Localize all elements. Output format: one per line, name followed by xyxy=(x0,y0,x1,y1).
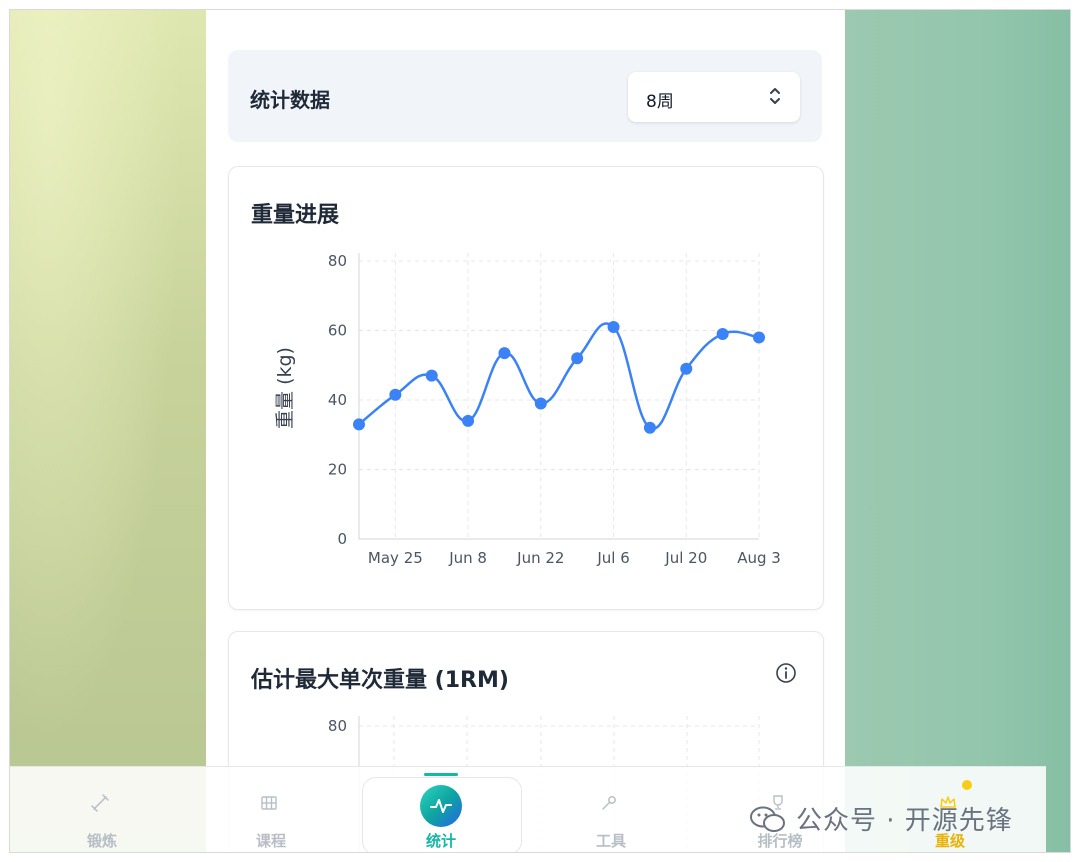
y-tick-label: 0 xyxy=(337,530,347,548)
data-point[interactable] xyxy=(534,397,547,410)
data-point[interactable] xyxy=(571,352,584,365)
x-tick-label: Jun 8 xyxy=(448,549,487,567)
nav-label: 锻炼 xyxy=(86,832,117,850)
dumbbell-icon xyxy=(91,794,109,812)
data-point[interactable] xyxy=(753,331,765,344)
wrench-icon xyxy=(602,796,616,810)
nav-label: 课程 xyxy=(255,832,286,850)
y-tick-label: 60 xyxy=(328,322,347,340)
data-point[interactable] xyxy=(389,388,402,401)
weight-progress-card: 重量进展 0 20 40 60 80 May 25 Jun 8 Jun 22 Jul 6 Jul … xyxy=(228,166,824,610)
x-tick-label: Jul 6 xyxy=(596,549,629,567)
background-left xyxy=(10,10,206,852)
nav-item-stats[interactable]: 统计 xyxy=(371,767,511,852)
period-select[interactable]: 8周 xyxy=(628,72,800,122)
nav-item-tools[interactable]: 工具 xyxy=(541,767,681,852)
data-point[interactable] xyxy=(462,414,475,427)
nav-label: 统计 xyxy=(425,832,456,850)
nav-item-courses[interactable]: 课程 xyxy=(201,767,341,852)
x-tick-label: Jun 22 xyxy=(516,549,564,567)
y-tick-label: 40 xyxy=(328,391,347,409)
nav-label: 工具 xyxy=(595,832,626,850)
orm-y-tick-label: 80 xyxy=(328,717,347,735)
x-tick-label: Jul 20 xyxy=(664,549,707,567)
y-axis-label: 重量 (kg) xyxy=(274,347,296,429)
notification-dot xyxy=(962,780,972,790)
page-title: 统计数据 xyxy=(250,88,330,112)
app-frame: 统计数据 8周 重量进展 0 20 40 60 80 May 25 Jun 8 Jun 22 J… xyxy=(10,10,1070,852)
chevron-updown-icon xyxy=(770,88,780,104)
x-tick-label: May 25 xyxy=(368,549,423,567)
nav-item-workout[interactable]: 锻炼 xyxy=(32,767,172,852)
main-panel: 统计数据 8周 重量进展 0 20 40 60 80 May 25 Jun 8 Jun 22 J… xyxy=(206,10,845,852)
y-tick-label: 20 xyxy=(328,461,347,479)
data-point[interactable] xyxy=(680,362,693,375)
weight-progress-chart: 0 20 40 60 80 May 25 Jun 8 Jun 22 Jul 6 Jul 20 Aug… xyxy=(274,252,781,567)
data-point[interactable] xyxy=(353,418,365,431)
stats-header: 统计数据 8周 xyxy=(228,50,822,142)
y-tick-label: 80 xyxy=(328,252,347,270)
grid-icon xyxy=(261,796,277,810)
watermark-text: 公众号 · 开源先锋 xyxy=(796,806,1013,836)
wechat-icon xyxy=(750,806,785,832)
data-point[interactable] xyxy=(425,369,438,382)
series-line xyxy=(358,322,760,430)
data-point[interactable] xyxy=(607,321,620,334)
data-point[interactable] xyxy=(643,421,656,434)
data-point[interactable] xyxy=(498,347,511,360)
background-right xyxy=(845,10,1070,852)
period-select-value: 8周 xyxy=(646,92,674,112)
x-tick-label: Aug 3 xyxy=(737,549,781,567)
data-point[interactable] xyxy=(716,327,729,340)
